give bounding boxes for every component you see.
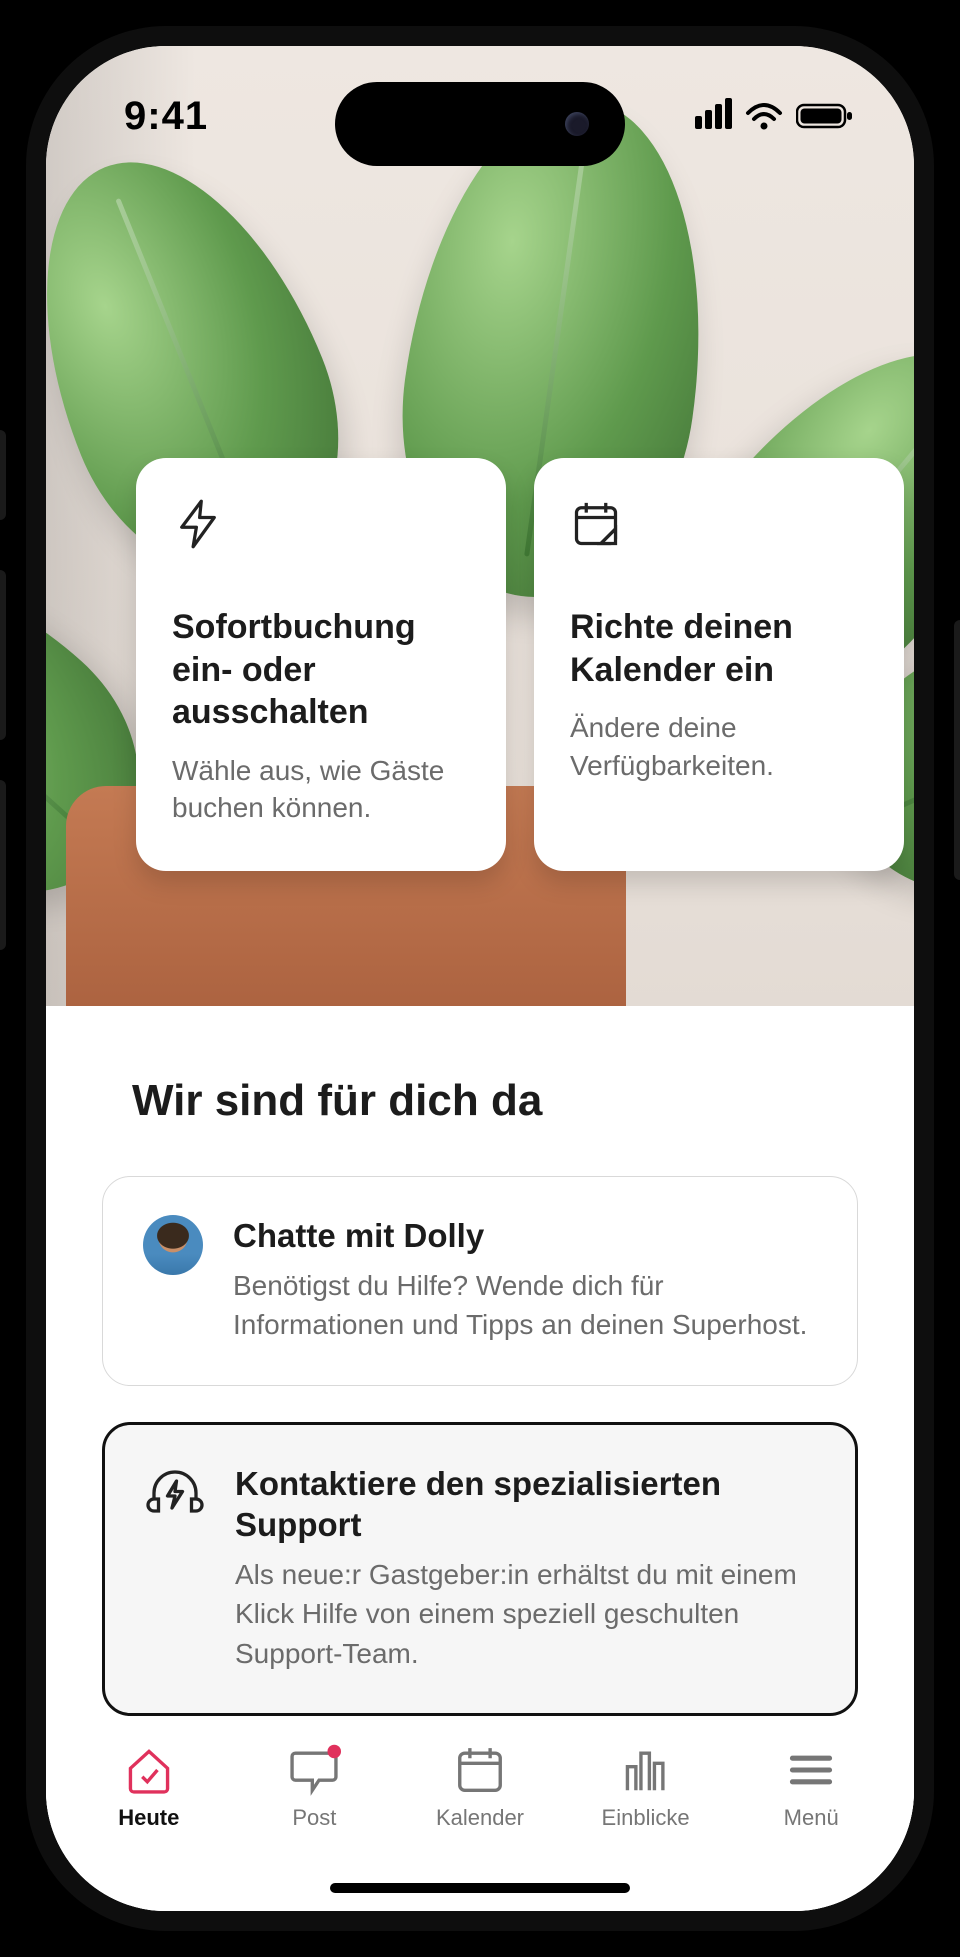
tab-label: Menü: [784, 1805, 839, 1831]
tab-heute[interactable]: Heute: [66, 1743, 232, 1831]
tab-label: Post: [292, 1805, 336, 1831]
wifi-icon: [744, 101, 784, 131]
action-card-row[interactable]: Sofortbuchung ein- oder ausschalten Wähl…: [136, 458, 914, 881]
tab-label: Einblicke: [602, 1805, 690, 1831]
home-indicator[interactable]: [330, 1883, 630, 1893]
card-setup-calendar[interactable]: Richte deinen Kalender ein Ändere deine …: [534, 458, 904, 871]
calendar-icon: [453, 1743, 507, 1797]
chat-icon: [287, 1743, 341, 1797]
calendar-icon: [570, 498, 868, 568]
phone-frame: 9:41: [0, 0, 960, 1957]
help-card-chat-dolly[interactable]: Chatte mit Dolly Benötigst du Hilfe? Wen…: [102, 1176, 858, 1386]
help-subtitle: Als neue:r Gastgeber:in erhältst du mit …: [235, 1555, 815, 1673]
card-subtitle: Ändere deine Verfügbarkeiten.: [570, 709, 868, 785]
card-title: Richte deinen Kalender ein: [570, 606, 868, 691]
status-time: 9:41: [124, 94, 208, 139]
side-button: [0, 430, 6, 520]
card-instant-book[interactable]: Sofortbuchung ein- oder ausschalten Wähl…: [136, 458, 506, 871]
home-check-icon: [122, 1743, 176, 1797]
status-icons: [692, 98, 854, 134]
card-title: Sofortbuchung ein- oder ausschalten: [172, 606, 470, 734]
phone-bezel: 9:41: [26, 26, 934, 1931]
tab-label: Kalender: [436, 1805, 524, 1831]
help-title: Kontaktiere den spezialisierten Support: [235, 1463, 815, 1546]
side-button: [0, 780, 6, 950]
tab-post[interactable]: Post: [232, 1743, 398, 1831]
hero-image: Sofortbuchung ein- oder ausschalten Wähl…: [46, 46, 914, 1006]
help-title: Chatte mit Dolly: [233, 1215, 817, 1256]
help-card-specialized-support[interactable]: Kontaktiere den spezialisierten Support …: [102, 1422, 858, 1716]
side-button: [954, 620, 960, 880]
headset-bolt-icon: [145, 1463, 207, 1525]
bolt-icon: [172, 498, 470, 568]
card-subtitle: Wähle aus, wie Gäste buchen können.: [172, 752, 470, 828]
side-button: [0, 570, 6, 740]
avatar: [143, 1215, 205, 1277]
dynamic-island: [335, 82, 625, 166]
help-subtitle: Benötigst du Hilfe? Wende dich für Infor…: [233, 1266, 817, 1344]
tab-einblicke[interactable]: Einblicke: [563, 1743, 729, 1831]
screen: 9:41: [46, 46, 914, 1911]
tab-menue[interactable]: Menü: [728, 1743, 894, 1831]
bars-icon: [619, 1743, 673, 1797]
tab-label: Heute: [118, 1805, 179, 1831]
tab-kalender[interactable]: Kalender: [397, 1743, 563, 1831]
cellular-icon: [692, 98, 732, 134]
battery-icon: [796, 102, 854, 130]
section-title: Wir sind für dich da: [132, 1076, 828, 1126]
menu-icon: [784, 1743, 838, 1797]
